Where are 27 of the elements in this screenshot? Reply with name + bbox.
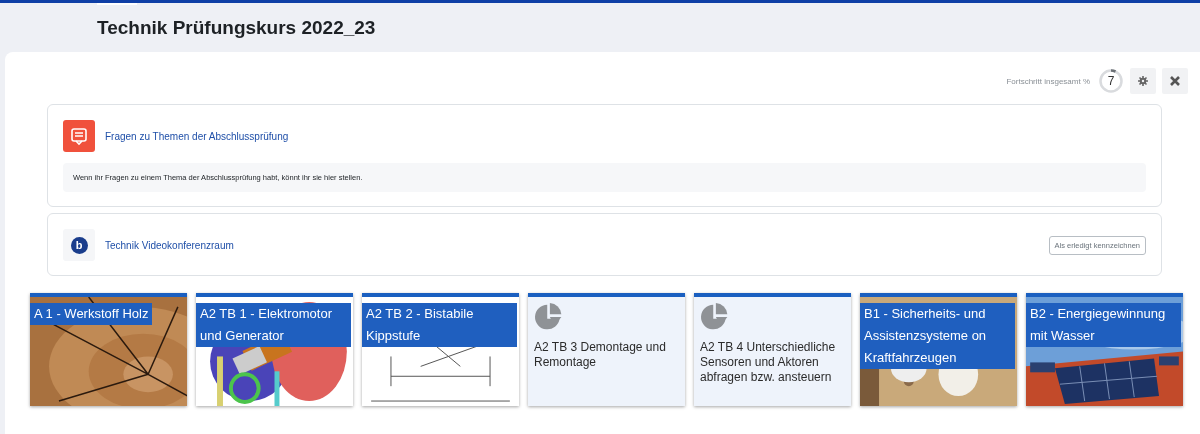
tile-title: A2 TB 1 - Elektromotor und Generator (196, 303, 351, 347)
forum-icon (63, 120, 95, 152)
section-tile[interactable]: A2 TB 4 Unterschiedliche Sensoren und Aktoren abfragen bzw. ansteuern (694, 293, 851, 406)
close-button[interactable] (1162, 68, 1188, 94)
settings-button[interactable] (1130, 68, 1156, 94)
section-tile[interactable]: A2 TB 2 - Bistabile Kippstufe (362, 293, 519, 406)
section-tile[interactable]: B2 - Energiegewinnung mit Wasser (1026, 293, 1183, 406)
settings-icon (1138, 76, 1148, 86)
activity-link[interactable]: Fragen zu Themen der Abschlussprüfung (105, 130, 289, 142)
conference-icon: b (63, 229, 95, 261)
progress-value: 7 (1107, 74, 1115, 88)
tile-title: A2 TB 2 - Bistabile Kippstufe (362, 303, 517, 347)
tile-title: B2 - Energiegewinnung mit Wasser (1026, 303, 1181, 347)
tile-title: A2 TB 4 Unterschiedliche Sensoren und Aktoren abfragen bzw. ansteuern (700, 340, 837, 385)
pie-chart-icon (534, 302, 564, 332)
section-tile[interactable]: A 1 - Werkstoff Holz (30, 293, 187, 406)
close-icon (1170, 76, 1180, 86)
course-title: Technik Prüfungskurs 2022_23 (96, 16, 377, 39)
pie-chart-icon (700, 302, 730, 332)
section-tile[interactable]: B1 - Sicherheits- und Assistenzsysteme on Kraftfahrzeugen (860, 293, 1017, 406)
tile-title: A 1 - Werkstoff Holz (30, 303, 153, 325)
progress-label: Fortschritt insgesamt % (1006, 76, 1090, 86)
section-tile[interactable]: A2 TB 3 Demontage und Remontage (528, 293, 685, 406)
section-tile[interactable]: A2 TB 1 - Elektromotor und Generator (196, 293, 353, 406)
activity-link[interactable]: Technik Videokonferenzraum (105, 239, 234, 251)
tile-title: B1 - Sicherheits- und Assistenzsysteme on Kraftfahrzeugen (860, 303, 1015, 369)
tile-title: A2 TB 3 Demontage und Remontage (534, 340, 667, 370)
